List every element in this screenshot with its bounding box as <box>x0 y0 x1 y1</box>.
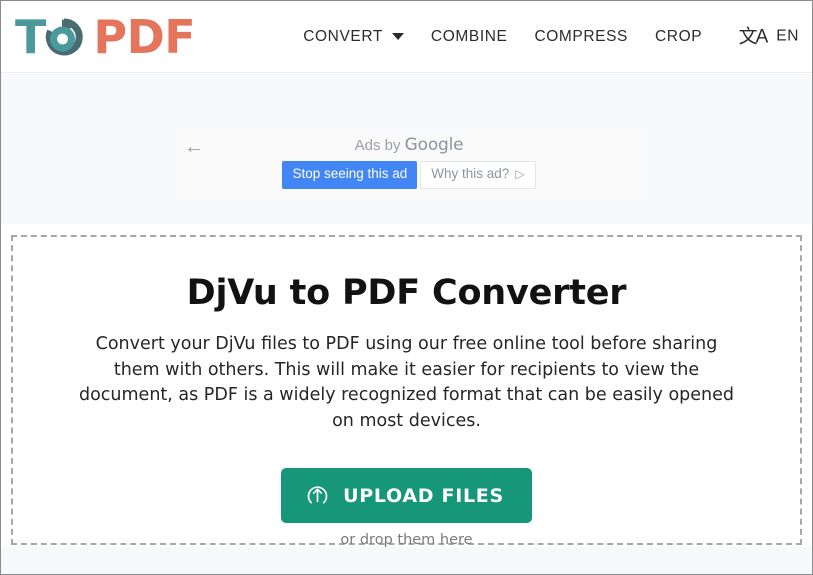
page-root: T PDF CONVERT COMBINE COMPRESS CROP 文A E… <box>0 0 813 575</box>
ad-controls: Stop seeing this ad Why this ad? ▷ <box>176 161 642 189</box>
nav-item-convert-label: CONVERT <box>303 27 383 45</box>
nav-item-convert[interactable]: CONVERT <box>303 28 404 46</box>
nav-item-compress-label: COMPRESS <box>534 27 628 45</box>
nav-item-crop[interactable]: CROP <box>655 28 702 46</box>
site-header: T PDF CONVERT COMBINE COMPRESS CROP 文A E… <box>1 1 812 73</box>
main-navigation: CONVERT COMBINE COMPRESS CROP <box>303 28 702 46</box>
chevron-down-icon <box>391 33 404 40</box>
page-title: DjVu to PDF Converter <box>186 273 627 313</box>
language-label: EN <box>776 27 799 45</box>
ads-by-google-label: Ads by Google <box>176 135 642 155</box>
advertisement-strip: ← Ads by Google Stop seeing this ad Why … <box>1 74 812 224</box>
footer-strip <box>1 547 812 574</box>
ads-by-prefix: Ads by <box>354 137 405 154</box>
upload-area: UPLOAD FILES or drop them here <box>13 468 800 548</box>
upload-files-label: UPLOAD FILES <box>343 484 504 507</box>
nav-item-combine[interactable]: COMBINE <box>431 28 508 46</box>
nav-item-compress[interactable]: COMPRESS <box>534 28 628 46</box>
site-logo[interactable]: T PDF <box>15 9 196 64</box>
why-this-ad-button[interactable]: Why this ad? ▷ <box>420 161 536 189</box>
page-description: Convert your DjVu files to PDF using our… <box>78 334 735 431</box>
nav-item-crop-label: CROP <box>654 27 703 45</box>
logo-text-t: T <box>15 9 46 64</box>
ad-info-triangle-icon: ▷ <box>515 166 525 181</box>
google-brand-label: Google <box>404 135 464 155</box>
stop-seeing-this-ad-button[interactable]: Stop seeing this ad <box>282 161 418 189</box>
nav-item-combine-label: COMBINE <box>430 27 508 45</box>
drop-hint-label: or drop them here <box>340 532 473 548</box>
advertisement-panel[interactable]: ← Ads by Google Stop seeing this ad Why … <box>176 131 642 199</box>
why-this-ad-label: Why this ad? <box>431 166 510 181</box>
language-selector[interactable]: 文A EN <box>739 27 799 46</box>
translate-icon: 文A <box>738 26 769 47</box>
logo-text-pdf: PDF <box>93 9 196 64</box>
upload-files-button[interactable]: UPLOAD FILES <box>281 468 532 523</box>
refresh-circle-icon <box>43 16 85 58</box>
file-dropzone[interactable]: DjVu to PDF Converter Convert your DjVu … <box>11 235 802 548</box>
upload-arrow-circle-icon <box>305 483 330 508</box>
